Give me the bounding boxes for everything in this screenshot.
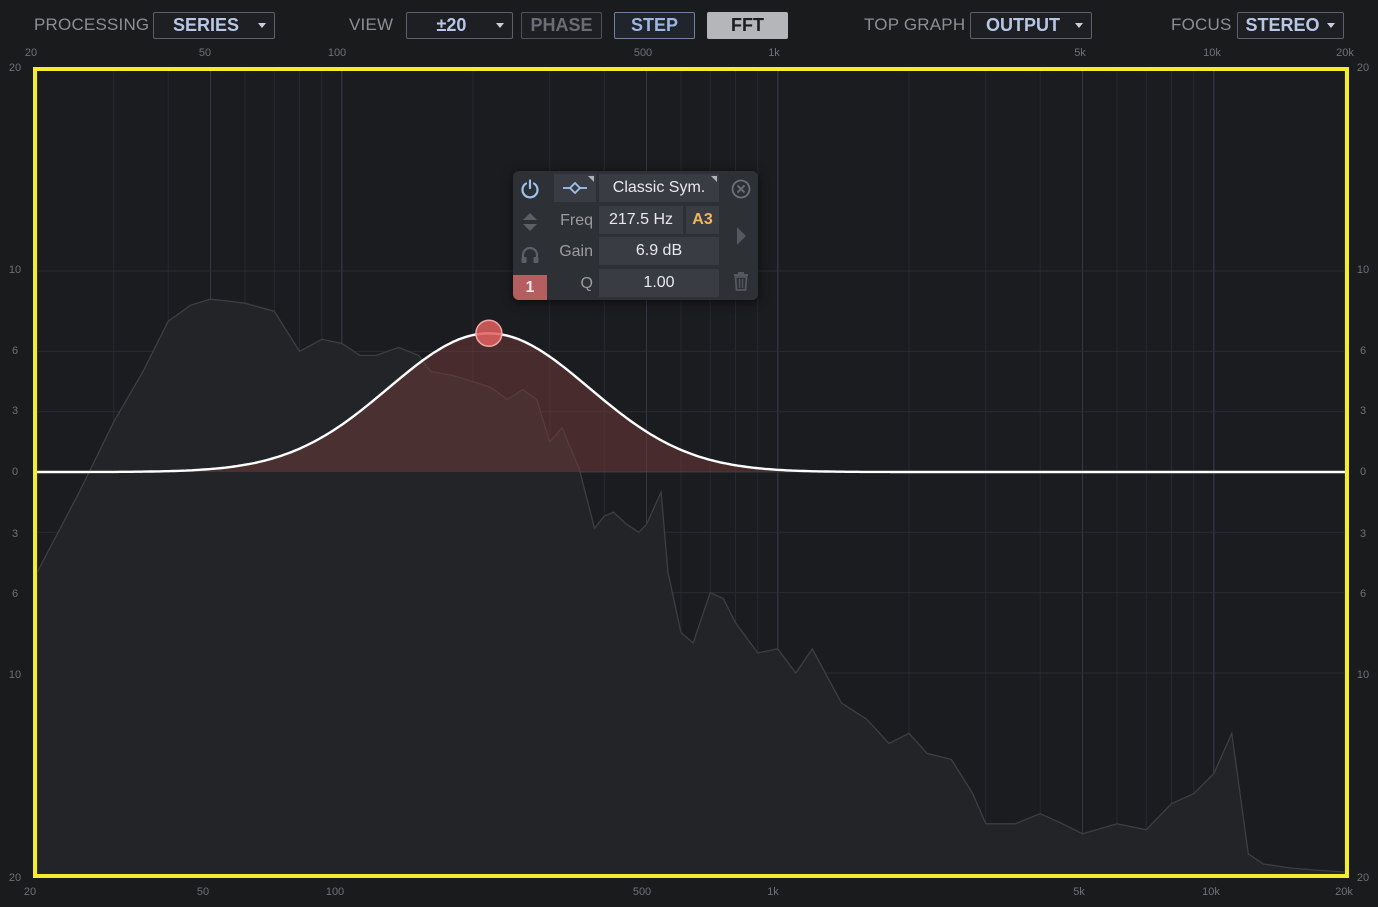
chevron-down-icon (1327, 23, 1335, 28)
processing-dropdown[interactable]: SERIES (153, 12, 275, 39)
frequency-scale-top: 20 50 100 500 1k 5k 10k 20k (0, 47, 1378, 61)
freq-label: 10k (1203, 47, 1221, 59)
band-type-value: Classic Sym. (612, 179, 706, 196)
band-type-selector[interactable]: Classic Sym. (599, 174, 719, 202)
close-icon (731, 179, 751, 199)
corner-indicator-icon (588, 176, 594, 182)
freq-label: 500 (633, 47, 653, 59)
up-down-arrows-icon (523, 213, 537, 231)
db-label: 0 (1359, 466, 1367, 478)
db-label: 0 (11, 466, 19, 478)
close-band-popup-button[interactable] (730, 178, 752, 200)
bell-shape-icon (563, 181, 587, 195)
db-label: 20 (8, 62, 22, 74)
db-scale-right: 20 10 6 3 0 3 6 10 20 (1348, 0, 1378, 907)
chevron-down-icon (496, 23, 504, 28)
db-label: 20 (1356, 872, 1370, 884)
freq-label: 5k (1074, 47, 1086, 59)
note-field[interactable]: A3 (686, 206, 719, 234)
band-popup-sidebar: 1 (513, 171, 547, 300)
chevron-down-icon (1075, 23, 1083, 28)
db-label: 3 (1359, 405, 1367, 417)
processing-value: SERIES (172, 15, 240, 35)
freq-field[interactable]: 217.5 Hz (599, 206, 683, 234)
next-band-button[interactable] (730, 225, 752, 247)
spectrum-analyzer (37, 298, 1345, 874)
chevron-right-icon (737, 227, 746, 245)
band-move-button[interactable] (519, 211, 541, 233)
freq-label: 1k (767, 886, 779, 898)
db-scale-left: 20 10 6 3 0 3 6 10 20 (0, 0, 30, 907)
db-label: 10 (1356, 264, 1370, 276)
q-field[interactable]: 1.00 (599, 269, 719, 297)
freq-label: 50 (198, 47, 212, 59)
band-power-button[interactable] (519, 178, 541, 200)
focus-dropdown[interactable]: STEREO (1237, 12, 1344, 39)
corner-indicator-icon (711, 176, 717, 182)
db-label: 20 (8, 872, 22, 884)
focus-value: STEREO (1245, 15, 1320, 35)
band-popup: 1 Classic Sym. Freq 217.5 Hz A3 Gain 6.9… (513, 171, 758, 300)
phase-button[interactable]: PHASE (521, 12, 602, 39)
band-solo-button[interactable] (519, 244, 541, 266)
range-value: ±20 (436, 15, 467, 35)
db-label: 10 (8, 264, 22, 276)
db-label: 6 (1359, 345, 1367, 357)
band-number-badge[interactable]: 1 (513, 275, 547, 300)
freq-label: 100 (327, 47, 347, 59)
processing-label: PROCESSING (34, 15, 150, 34)
freq-label: 1k (768, 47, 780, 59)
delete-band-button[interactable] (730, 270, 752, 292)
band-shape-selector[interactable] (554, 174, 596, 202)
db-label: 20 (1356, 62, 1370, 74)
q-param-label: Q (580, 275, 593, 292)
frequency-scale-bottom: 20 50 100 500 1k 5k 10k 20k (0, 886, 1378, 900)
step-button[interactable]: STEP (614, 12, 695, 39)
db-label: 3 (11, 405, 19, 417)
trash-icon (734, 272, 748, 291)
top-graph-dropdown[interactable]: OUTPUT (970, 12, 1092, 39)
freq-label: 10k (1202, 886, 1220, 898)
db-label: 3 (1359, 528, 1367, 540)
freq-label: 5k (1073, 886, 1085, 898)
db-label: 6 (11, 588, 19, 600)
power-icon (521, 179, 539, 199)
fft-button[interactable]: FFT (707, 12, 788, 39)
headphones-icon (521, 246, 539, 263)
db-label: 3 (11, 528, 19, 540)
focus-label: FOCUS (1171, 15, 1232, 34)
gain-field[interactable]: 6.9 dB (599, 237, 719, 265)
toolbar: PROCESSING SERIES VIEW ±20 PHASE STEP FF… (0, 0, 1378, 50)
freq-label: 100 (325, 886, 345, 898)
freq-param-label: Freq (560, 212, 593, 229)
db-label: 10 (8, 669, 22, 681)
top-graph-label: TOP GRAPH (864, 15, 966, 34)
chevron-down-icon (258, 23, 266, 28)
view-label: VIEW (349, 15, 394, 34)
gain-param-label: Gain (559, 243, 593, 260)
range-dropdown[interactable]: ±20 (406, 12, 513, 39)
freq-label: 500 (632, 886, 652, 898)
db-label: 6 (1359, 588, 1367, 600)
db-label: 10 (1356, 669, 1370, 681)
top-graph-value: OUTPUT (986, 15, 1060, 35)
band-1-node[interactable] (475, 319, 503, 348)
db-label: 6 (11, 345, 19, 357)
freq-label: 50 (196, 886, 210, 898)
